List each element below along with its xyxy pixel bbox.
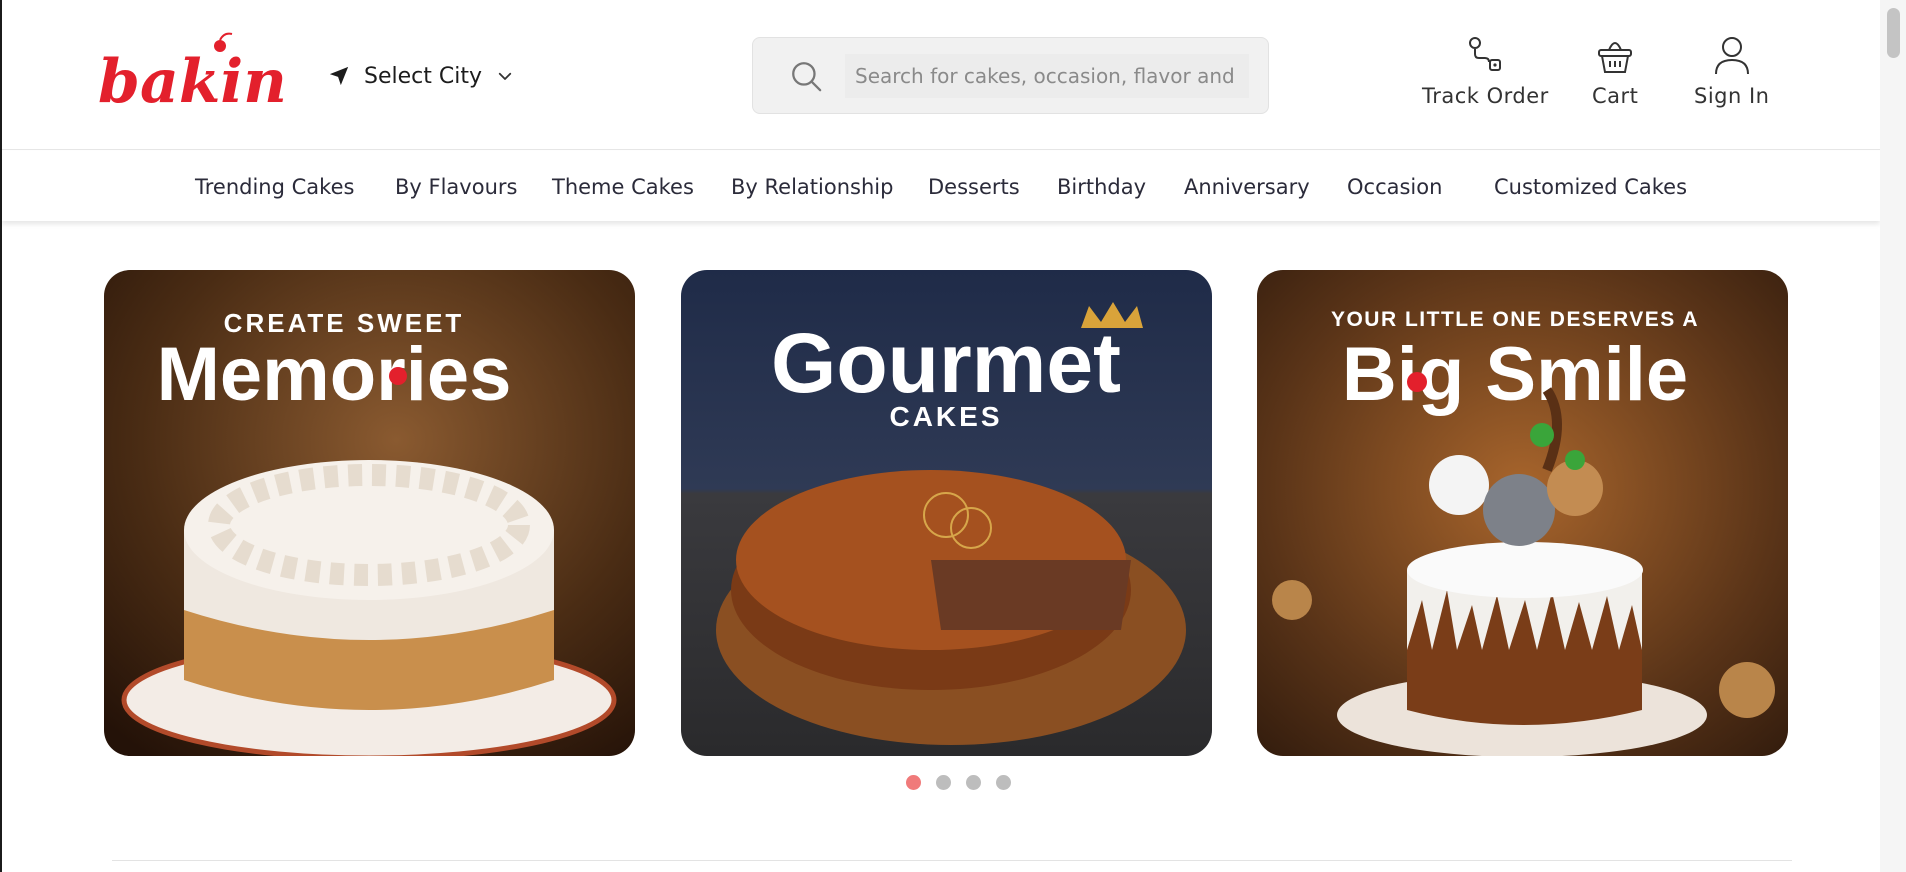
banner-memories-headline: Memories bbox=[157, 332, 512, 417]
nav-item-customized-cakes[interactable]: Customized Cakes bbox=[1494, 175, 1687, 199]
banner-gourmet-image: Gourmet CAKES bbox=[681, 270, 1212, 756]
search-input[interactable] bbox=[845, 53, 1249, 98]
carousel-dot-1[interactable] bbox=[906, 775, 921, 790]
sign-in-label: Sign In bbox=[1694, 84, 1770, 108]
cart-button[interactable]: Cart bbox=[1592, 34, 1638, 108]
section-divider bbox=[112, 860, 1792, 861]
track-order-button[interactable]: Track Order bbox=[1422, 34, 1549, 108]
carousel-dot-3[interactable] bbox=[966, 775, 981, 790]
carousel-dot-4[interactable] bbox=[996, 775, 1011, 790]
banner-gourmet-headline: Gourmet bbox=[771, 316, 1121, 410]
nav-item-by-relationship[interactable]: By Relationship bbox=[731, 175, 893, 199]
track-order-label: Track Order bbox=[1422, 84, 1549, 108]
banner-big-smile-image: YOUR LITTLE ONE DESERVES A Big Smile bbox=[1257, 270, 1788, 756]
category-nav: Trending Cakes By Flavours Theme Cakes B… bbox=[2, 151, 1880, 221]
chevron-down-icon bbox=[498, 72, 512, 80]
search-icon[interactable] bbox=[789, 59, 823, 93]
user-icon bbox=[1714, 37, 1749, 75]
cart-label: Cart bbox=[1592, 84, 1639, 108]
logo-wordmark: bakingo bbox=[98, 47, 286, 117]
banner-memories[interactable]: CREATE SWEET Memories bbox=[104, 270, 635, 756]
basket-icon bbox=[1598, 42, 1633, 73]
nav-item-anniversary[interactable]: Anniversary bbox=[1184, 175, 1310, 199]
select-city-label: Select City bbox=[364, 63, 482, 89]
banner-gourmet[interactable]: Gourmet CAKES bbox=[681, 270, 1212, 756]
banner-memories-image: CREATE SWEET Memories bbox=[104, 270, 635, 756]
route-icon bbox=[1469, 37, 1502, 71]
nav-item-theme-cakes[interactable]: Theme Cakes bbox=[552, 175, 694, 199]
nav-item-occasion[interactable]: Occasion bbox=[1347, 175, 1442, 199]
location-arrow-icon bbox=[329, 66, 349, 86]
nav-item-desserts[interactable]: Desserts bbox=[928, 175, 1020, 199]
nav-item-birthday[interactable]: Birthday bbox=[1057, 175, 1146, 199]
bakingo-logo[interactable]: bakingo bbox=[96, 28, 286, 122]
select-city-dropdown[interactable]: Select City bbox=[328, 58, 514, 94]
banner-big-smile[interactable]: YOUR LITTLE ONE DESERVES A Big Smile bbox=[1257, 270, 1788, 756]
search-bar bbox=[752, 37, 1269, 114]
nav-item-by-flavours[interactable]: By Flavours bbox=[395, 175, 517, 199]
nav-item-trending-cakes[interactable]: Trending Cakes bbox=[195, 175, 354, 199]
cherry-icon bbox=[214, 40, 226, 52]
banner-big-smile-kicker: YOUR LITTLE ONE DESERVES A bbox=[1331, 308, 1699, 331]
carousel-dot-2[interactable] bbox=[936, 775, 951, 790]
carousel-dots bbox=[906, 775, 1011, 790]
site-header: bakingo Select City Track Order bbox=[2, 0, 1880, 150]
sign-in-button[interactable]: Sign In bbox=[1694, 34, 1769, 108]
banner-big-smile-headline: Big Smile bbox=[1342, 332, 1688, 417]
page-scrollbar[interactable] bbox=[1880, 0, 1906, 872]
banner-gourmet-subline: CAKES bbox=[889, 401, 1002, 432]
scrollbar-thumb[interactable] bbox=[1887, 8, 1900, 58]
